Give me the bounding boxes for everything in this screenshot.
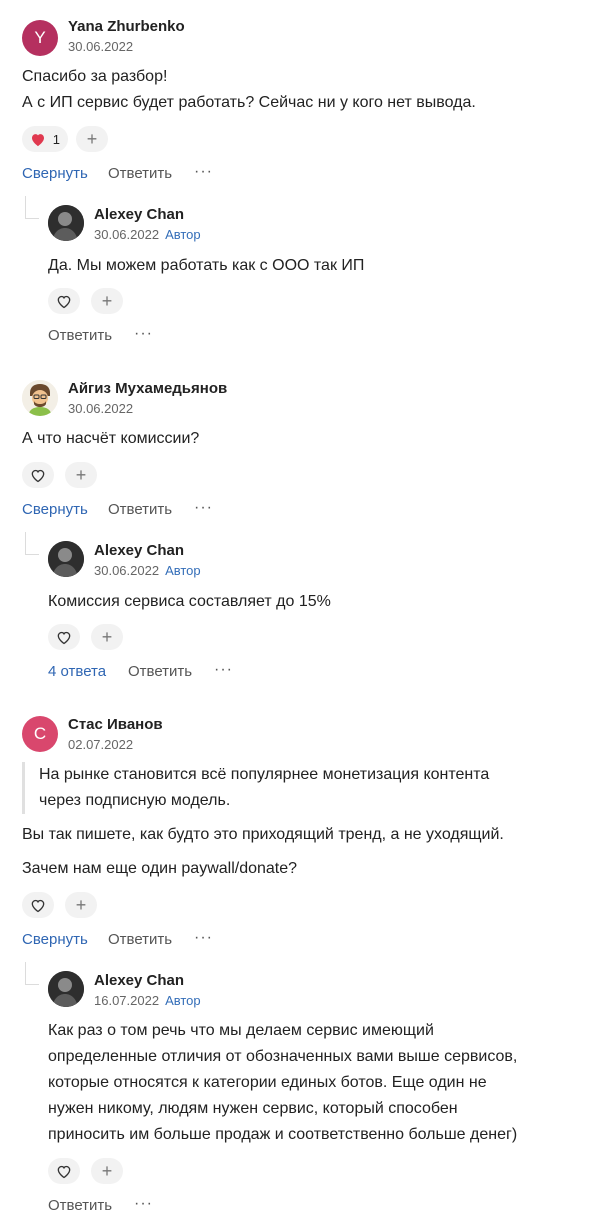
- like-button[interactable]: [22, 892, 54, 918]
- like-button[interactable]: [22, 462, 54, 488]
- heart-icon: [57, 295, 71, 308]
- comment-text: А что насчёт комиссии?: [22, 430, 200, 447]
- reply-line: приносить им больше продаж и соответстве…: [48, 1126, 518, 1143]
- avatar[interactable]: [48, 541, 84, 577]
- reply-date: 16.07.2022: [94, 993, 160, 1008]
- reply-line: нужен никому, людям нужен сервис, которы…: [48, 1100, 458, 1117]
- reply-button[interactable]: Ответить: [108, 931, 172, 948]
- plus-icon: +: [101, 1161, 113, 1181]
- quote-block: На рынке становится всё популярнее монет…: [22, 762, 489, 814]
- plus-icon: +: [75, 895, 87, 915]
- user-photo-icon: [48, 971, 84, 1007]
- author-badge: Автор: [165, 563, 201, 578]
- like-count: 1: [52, 131, 60, 147]
- comment-date: 30.06.2022: [68, 39, 134, 54]
- thread-line: [25, 196, 26, 218]
- author-badge: Автор: [165, 993, 201, 1008]
- quote-line: На рынке становится всё популярнее монет…: [39, 766, 490, 783]
- plus-icon: +: [101, 291, 113, 311]
- reply-button[interactable]: Ответить: [48, 1197, 112, 1214]
- add-reaction-button[interactable]: +: [65, 462, 97, 488]
- avatar[interactable]: С: [22, 716, 58, 752]
- like-button[interactable]: 1: [22, 126, 68, 152]
- user-photo-icon: [48, 205, 84, 241]
- user-photo-icon: [48, 541, 84, 577]
- avatar-letter: С: [33, 724, 47, 743]
- reply-button[interactable]: Ответить: [128, 663, 192, 680]
- reply-author[interactable]: Alexey Chan: [94, 206, 184, 223]
- reply-author[interactable]: Alexey Chan: [94, 972, 184, 989]
- collapse-button[interactable]: Свернуть: [22, 501, 88, 518]
- like-button[interactable]: [48, 1158, 80, 1184]
- reply-button[interactable]: Ответить: [48, 327, 112, 344]
- plus-icon: +: [101, 627, 113, 647]
- heart-icon: [57, 631, 71, 644]
- reply-meta: 30.06.2022 Автор: [94, 227, 201, 242]
- comment-text: Вы так пишете, как будто это приходящий …: [22, 826, 504, 843]
- thread-line: [25, 218, 39, 219]
- heart-icon: [32, 133, 44, 146]
- reply-text: Как раз о том речь что мы делаем сервис …: [48, 1018, 517, 1148]
- avatar-letter: Y: [34, 28, 46, 47]
- like-button[interactable]: [48, 288, 80, 314]
- comment-date: 30.06.2022: [68, 401, 134, 416]
- more-icon[interactable]: ···: [194, 929, 213, 947]
- reply-meta: 30.06.2022 Автор: [94, 563, 201, 578]
- more-icon[interactable]: ···: [134, 1195, 153, 1213]
- avatar[interactable]: Y: [22, 20, 58, 56]
- reply-line: определенные отличия от обозначенных вам…: [48, 1048, 518, 1065]
- add-reaction-button[interactable]: +: [65, 892, 97, 918]
- more-icon[interactable]: ···: [194, 499, 213, 517]
- thread-line: [25, 532, 26, 554]
- plus-icon: +: [75, 465, 87, 485]
- comment-author[interactable]: Стас Иванов: [68, 716, 163, 733]
- heart-icon: [31, 899, 45, 912]
- comment-line: А с ИП сервис будет работать? Сейчас ни …: [22, 94, 476, 111]
- add-reaction-button[interactable]: +: [91, 624, 123, 650]
- reply-line: Как раз о том речь что мы делаем сервис …: [48, 1022, 434, 1039]
- avatar[interactable]: [48, 205, 84, 241]
- more-icon[interactable]: ···: [194, 163, 213, 181]
- thread-line: [25, 554, 39, 555]
- thread-line: [25, 984, 39, 985]
- heart-icon: [57, 1165, 71, 1178]
- author-badge: Автор: [165, 227, 201, 242]
- reply-line: которые относятся к категории единых бот…: [48, 1074, 487, 1091]
- reply-button[interactable]: Ответить: [108, 165, 172, 182]
- comment-line: Спасибо за разбор!: [22, 68, 168, 85]
- comment-author[interactable]: Айгиз Мухамедьянов: [68, 380, 227, 397]
- like-button[interactable]: [48, 624, 80, 650]
- plus-icon: +: [86, 129, 98, 149]
- avatar[interactable]: [22, 380, 58, 416]
- reply-button[interactable]: Ответить: [108, 501, 172, 518]
- reply-meta: 16.07.2022 Автор: [94, 993, 201, 1008]
- avatar[interactable]: [48, 971, 84, 1007]
- reply-text: Комиссия сервиса составляет до 15%: [48, 593, 331, 610]
- user-cartoon-icon: [22, 380, 58, 416]
- reply-text: Да. Мы можем работать как с ООО так ИП: [48, 257, 365, 274]
- comment-text: Спасибо за разбор! А с ИП сервис будет р…: [22, 64, 476, 116]
- show-answers-link[interactable]: 4 ответа: [48, 663, 106, 680]
- comment-text: Зачем нам еще один paywall/donate?: [22, 860, 298, 877]
- add-reaction-button[interactable]: +: [76, 126, 108, 152]
- heart-icon: [31, 469, 45, 482]
- collapse-button[interactable]: Свернуть: [22, 165, 88, 182]
- quote-line: через подписную модель.: [39, 792, 231, 809]
- comment-date: 02.07.2022: [68, 737, 134, 752]
- reply-author[interactable]: Alexey Chan: [94, 542, 184, 559]
- add-reaction-button[interactable]: +: [91, 288, 123, 314]
- more-icon[interactable]: ···: [134, 325, 153, 343]
- collapse-button[interactable]: Свернуть: [22, 931, 88, 948]
- reply-date: 30.06.2022: [94, 563, 160, 578]
- thread-line: [25, 962, 26, 984]
- comment-author[interactable]: Yana Zhurbenko: [68, 18, 185, 35]
- more-icon[interactable]: ···: [214, 661, 233, 679]
- reply-date: 30.06.2022: [94, 227, 160, 242]
- add-reaction-button[interactable]: +: [91, 1158, 123, 1184]
